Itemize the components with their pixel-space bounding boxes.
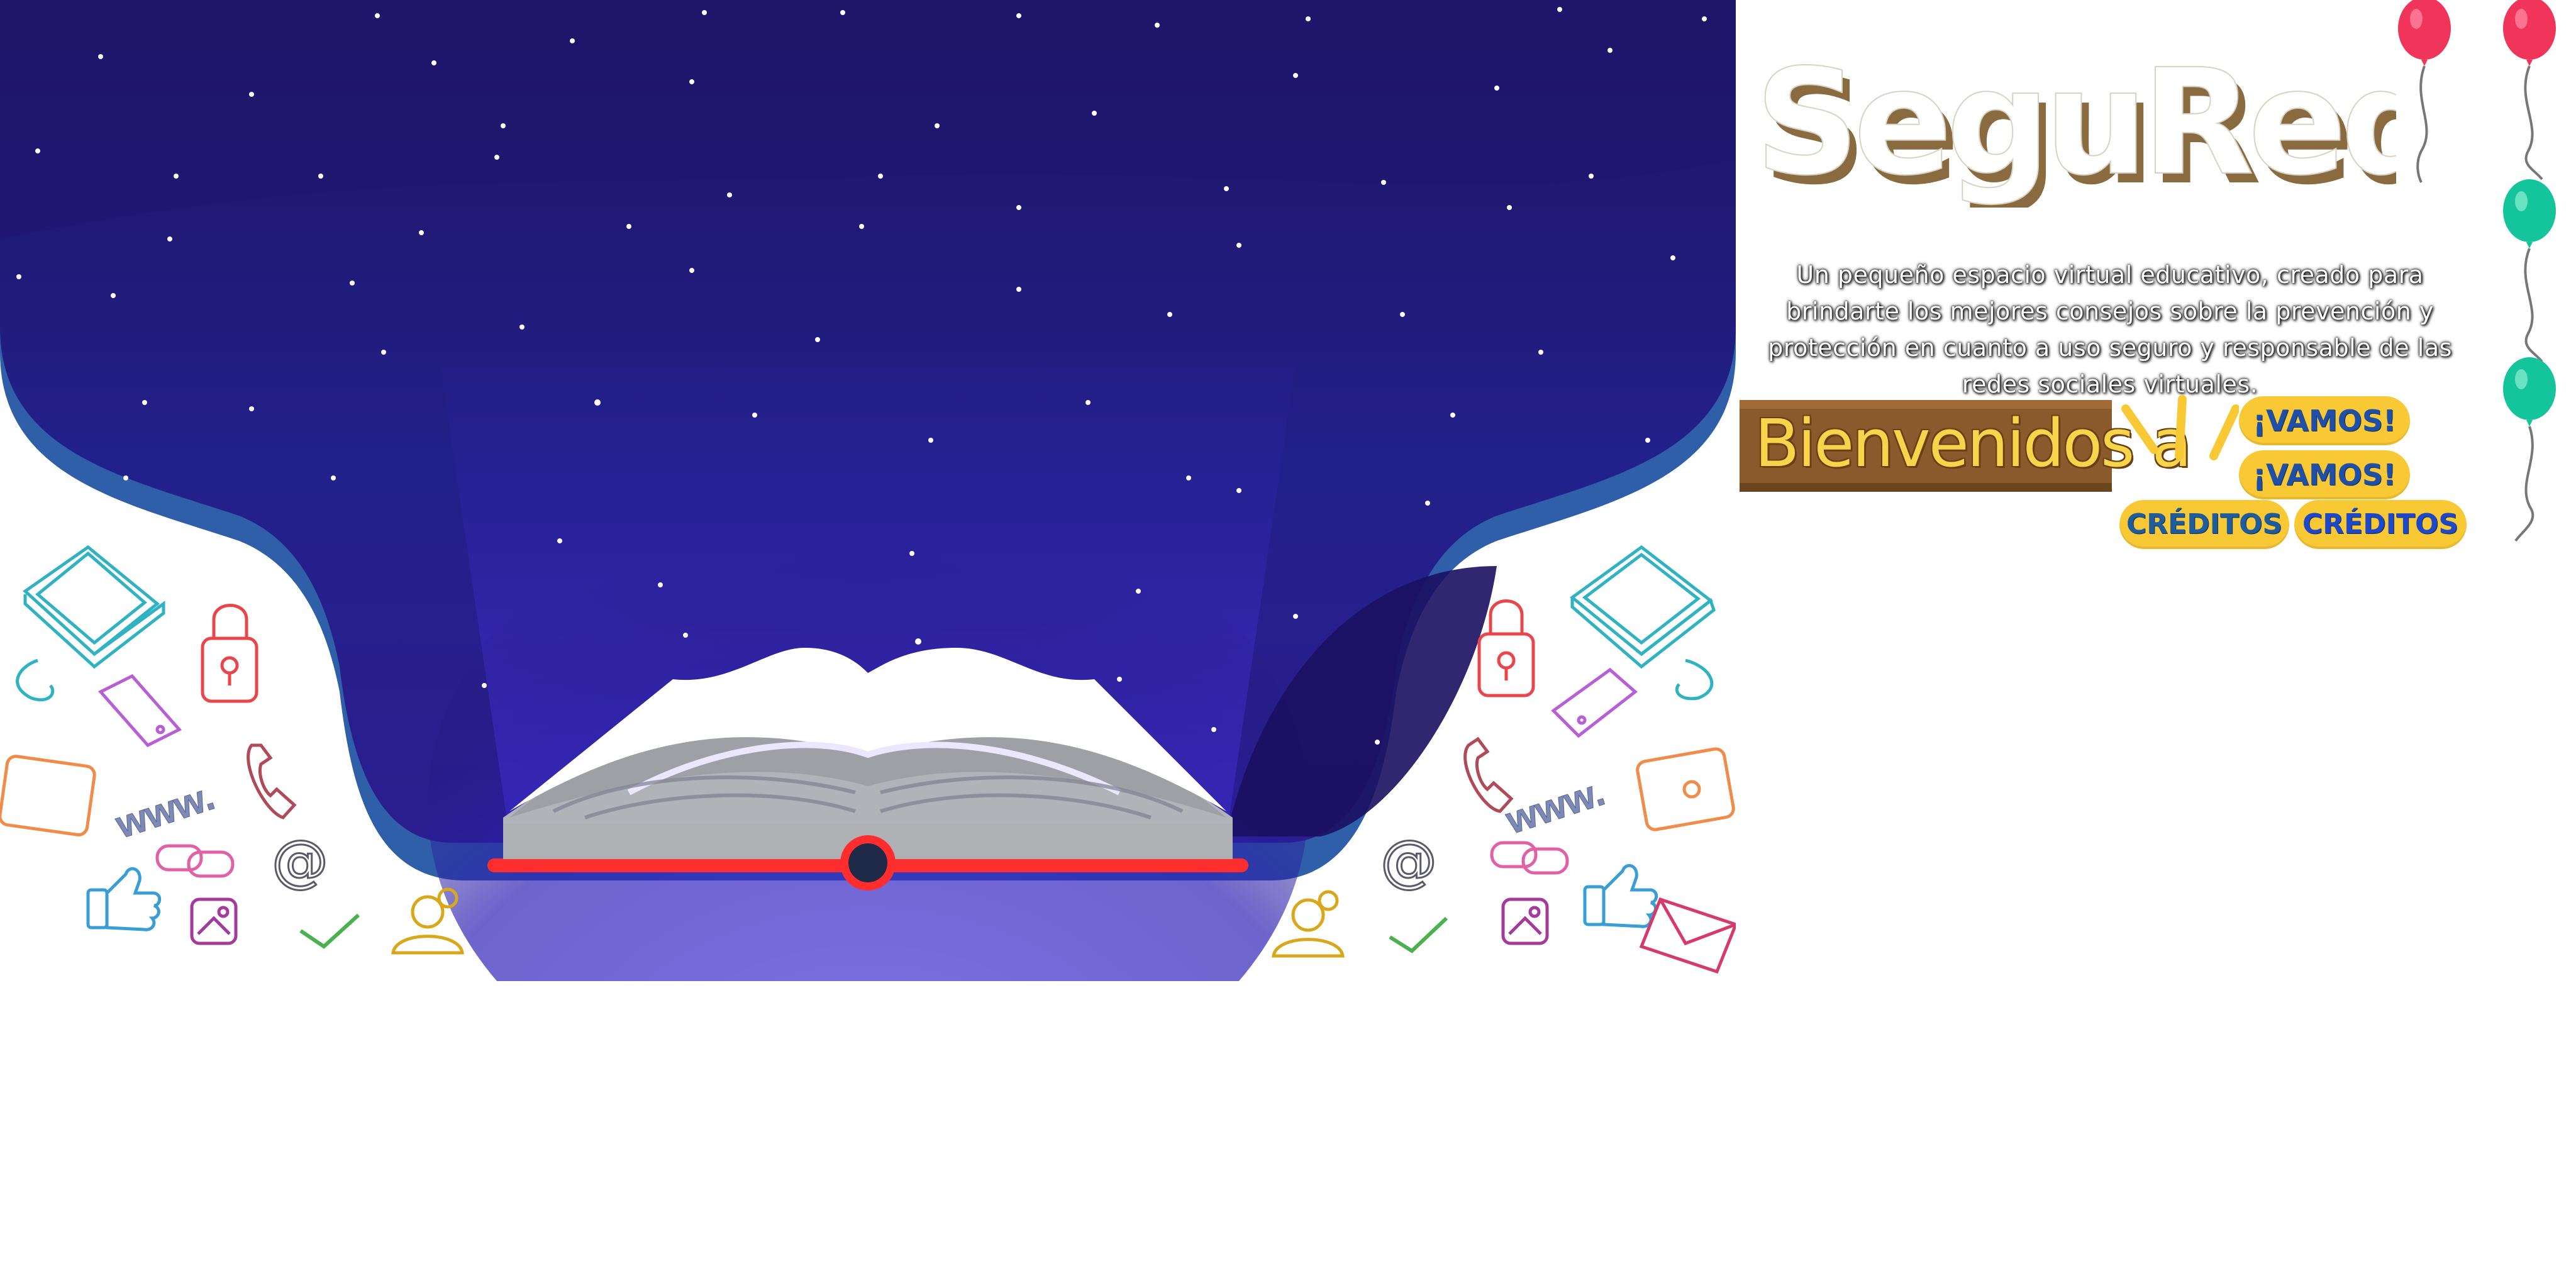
credits-button[interactable]: CRÉDITOS bbox=[2119, 500, 2289, 549]
thumbs-up-icon bbox=[1583, 863, 1658, 928]
laptop-icon bbox=[1569, 545, 1716, 701]
balloon-icon bbox=[2503, 0, 2556, 180]
laptop-icon bbox=[16, 545, 165, 702]
welcome-label: Bienvenidos a bbox=[1755, 405, 2192, 482]
svg-text:SeguRedes: SeguRedes bbox=[1755, 38, 2396, 208]
balloon-icon bbox=[2503, 179, 2556, 363]
credits-button-label: CRÉDITOS bbox=[2126, 508, 2283, 540]
smartphone-icon bbox=[1551, 667, 1638, 738]
at-icon: @ bbox=[1380, 828, 1437, 894]
sparkle-rays bbox=[2121, 395, 2239, 460]
smartphone-icon bbox=[97, 674, 182, 748]
night-sky-illustration: www. @ www. @ bbox=[0, 0, 1736, 981]
thumbs-up-icon bbox=[86, 867, 162, 931]
site-logo: SeguRedes SeguRedes bbox=[1755, 37, 2396, 208]
telephone-icon bbox=[247, 743, 297, 819]
photo-icon bbox=[190, 897, 238, 945]
photo-icon bbox=[1501, 897, 1549, 945]
envelope-icon bbox=[1639, 897, 1736, 974]
padlock-icon bbox=[1477, 599, 1535, 697]
balloon-icon bbox=[2398, 0, 2451, 183]
balloons bbox=[2398, 0, 2556, 542]
at-icon: @ bbox=[272, 828, 328, 894]
www-doodle: www. bbox=[1501, 770, 1610, 843]
checkmark-icon bbox=[1389, 916, 1448, 953]
padlock-icon bbox=[201, 604, 258, 703]
site-tagline: Un pequeño espacio virtual educativo, cr… bbox=[1768, 261, 2452, 398]
tablet-icon bbox=[1636, 747, 1735, 831]
tablet-icon bbox=[0, 755, 96, 836]
www-doodle: www. bbox=[110, 775, 219, 847]
checkmark-icon bbox=[299, 913, 360, 949]
balloon-icon bbox=[2503, 357, 2556, 542]
hero-scene: www. @ www. @ bbox=[0, 0, 1736, 981]
link-icon bbox=[155, 844, 235, 878]
link-icon bbox=[1490, 841, 1569, 875]
